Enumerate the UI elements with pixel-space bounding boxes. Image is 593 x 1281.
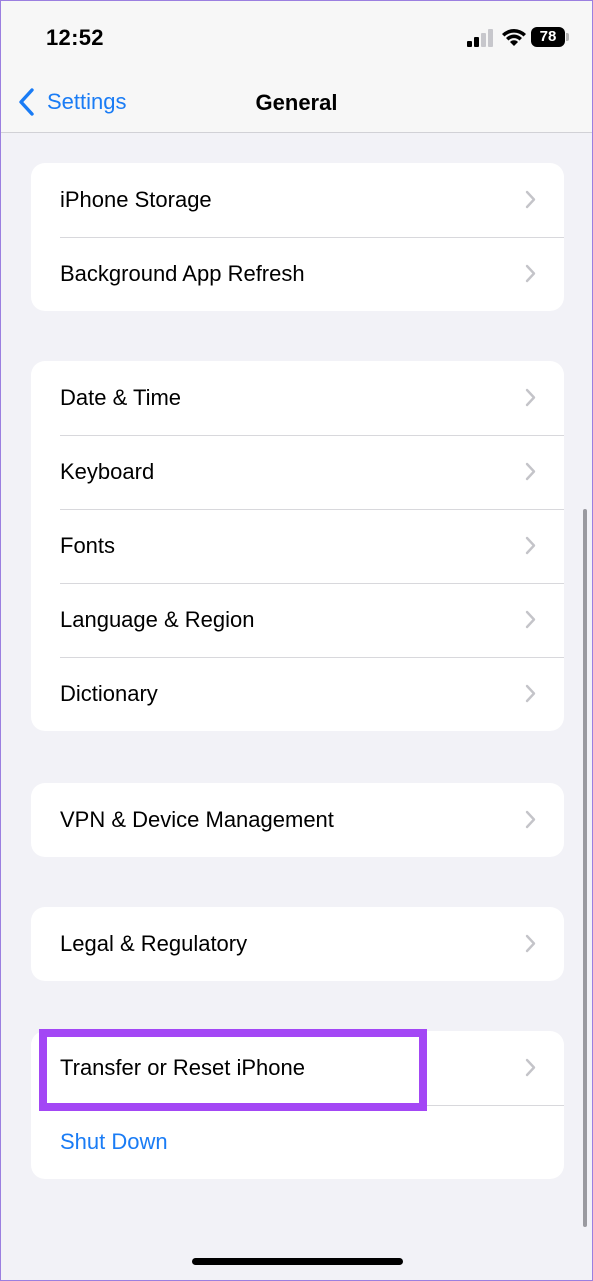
cellular-signal-icon bbox=[467, 29, 493, 47]
row-background-app-refresh[interactable]: Background App Refresh bbox=[31, 237, 564, 311]
chevron-right-icon bbox=[525, 610, 536, 629]
row-date-time[interactable]: Date & Time bbox=[31, 361, 564, 435]
status-bar: 12:52 78 bbox=[1, 1, 592, 71]
row-label: Transfer or Reset iPhone bbox=[60, 1055, 305, 1080]
settings-group-legal: Legal & Regulatory bbox=[31, 907, 564, 981]
row-label: Date & Time bbox=[60, 385, 182, 410]
navigation-bar: Settings General bbox=[1, 71, 592, 133]
row-label: Keyboard bbox=[60, 459, 155, 484]
settings-group-locale: Date & Time Keyboard Fonts Language & Re… bbox=[31, 361, 564, 731]
battery-icon: 78 bbox=[531, 27, 565, 47]
settings-group-storage: iPhone Storage Background App Refresh bbox=[31, 163, 564, 311]
row-label: Language & Region bbox=[60, 607, 255, 632]
chevron-right-icon bbox=[525, 810, 536, 829]
row-shut-down[interactable]: Shut Down bbox=[31, 1105, 564, 1179]
wifi-icon bbox=[502, 29, 526, 46]
chevron-right-icon bbox=[525, 264, 536, 283]
battery-level: 78 bbox=[539, 28, 557, 45]
settings-group-vpn: VPN & Device Management bbox=[31, 783, 564, 857]
row-label: iPhone Storage bbox=[60, 187, 212, 212]
page-title: General bbox=[255, 90, 338, 115]
row-iphone-storage[interactable]: iPhone Storage bbox=[31, 163, 564, 237]
chevron-right-icon bbox=[525, 536, 536, 555]
settings-group-reset: Transfer or Reset iPhone Shut Down bbox=[31, 1031, 564, 1179]
chevron-right-icon bbox=[525, 934, 536, 953]
chevron-right-icon bbox=[525, 190, 536, 209]
row-vpn-device-management[interactable]: VPN & Device Management bbox=[31, 783, 564, 857]
row-label: Fonts bbox=[60, 533, 116, 558]
row-label: Legal & Regulatory bbox=[60, 931, 248, 956]
chevron-right-icon bbox=[525, 462, 536, 481]
row-keyboard[interactable]: Keyboard bbox=[31, 435, 564, 509]
home-indicator[interactable] bbox=[192, 1258, 403, 1265]
row-label: VPN & Device Management bbox=[60, 807, 334, 832]
row-legal-regulatory[interactable]: Legal & Regulatory bbox=[31, 907, 564, 981]
shut-down-button: Shut Down bbox=[60, 1129, 168, 1154]
row-label: Dictionary bbox=[60, 681, 158, 706]
screen: 12:52 78 Settings General iPhone Storage… bbox=[0, 0, 593, 1281]
battery-cap bbox=[566, 33, 569, 41]
row-label: Background App Refresh bbox=[60, 261, 305, 286]
chevron-right-icon bbox=[525, 1058, 536, 1077]
scrollbar[interactable] bbox=[583, 509, 587, 1227]
row-fonts[interactable]: Fonts bbox=[31, 509, 564, 583]
chevron-right-icon bbox=[525, 388, 536, 407]
status-time: 12:52 bbox=[46, 25, 104, 50]
row-dictionary[interactable]: Dictionary bbox=[31, 657, 564, 731]
row-language-region[interactable]: Language & Region bbox=[31, 583, 564, 657]
row-transfer-reset-iphone[interactable]: Transfer or Reset iPhone bbox=[31, 1031, 564, 1105]
chevron-right-icon bbox=[525, 684, 536, 703]
